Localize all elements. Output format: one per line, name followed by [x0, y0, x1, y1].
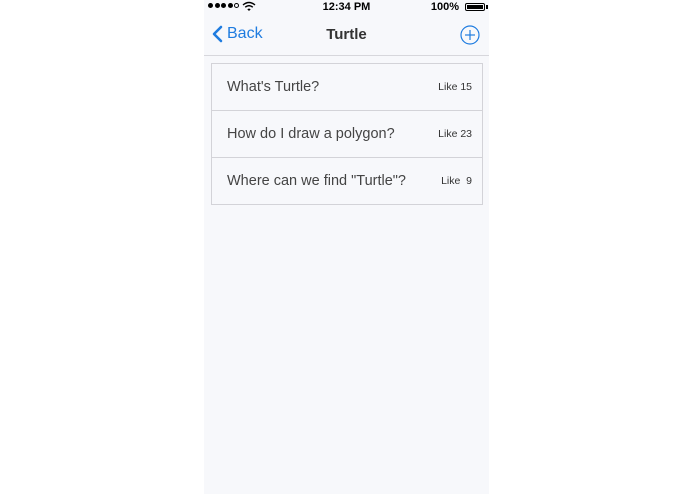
- question-item[interactable]: Where can we find "Turtle"? Like 9: [212, 158, 482, 204]
- question-title: Where can we find "Turtle"?: [227, 173, 406, 189]
- question-title: What's Turtle?: [227, 79, 320, 95]
- like-count[interactable]: Like 15: [438, 81, 472, 93]
- like-count[interactable]: Like 9: [441, 175, 472, 187]
- navigation-bar: Back Turtle: [204, 15, 489, 56]
- question-item[interactable]: How do I draw a polygon? Like 23: [212, 111, 482, 158]
- battery-cap: [486, 5, 488, 9]
- like-count[interactable]: Like 23: [438, 128, 472, 140]
- battery-icon: [465, 3, 485, 11]
- phone-screen: 12:34 PM 100% Back Turtle What's Turtle?…: [204, 0, 489, 494]
- question-title: How do I draw a polygon?: [227, 126, 395, 142]
- battery-fill: [467, 5, 483, 9]
- question-list: What's Turtle? Like 15 How do I draw a p…: [211, 63, 483, 205]
- plus-circle-icon[interactable]: [460, 25, 480, 45]
- question-item[interactable]: What's Turtle? Like 15: [212, 64, 482, 111]
- page-title: Turtle: [326, 26, 367, 43]
- battery-percent: 100%: [430, 1, 459, 13]
- status-bar: 12:34 PM 100%: [204, 0, 489, 15]
